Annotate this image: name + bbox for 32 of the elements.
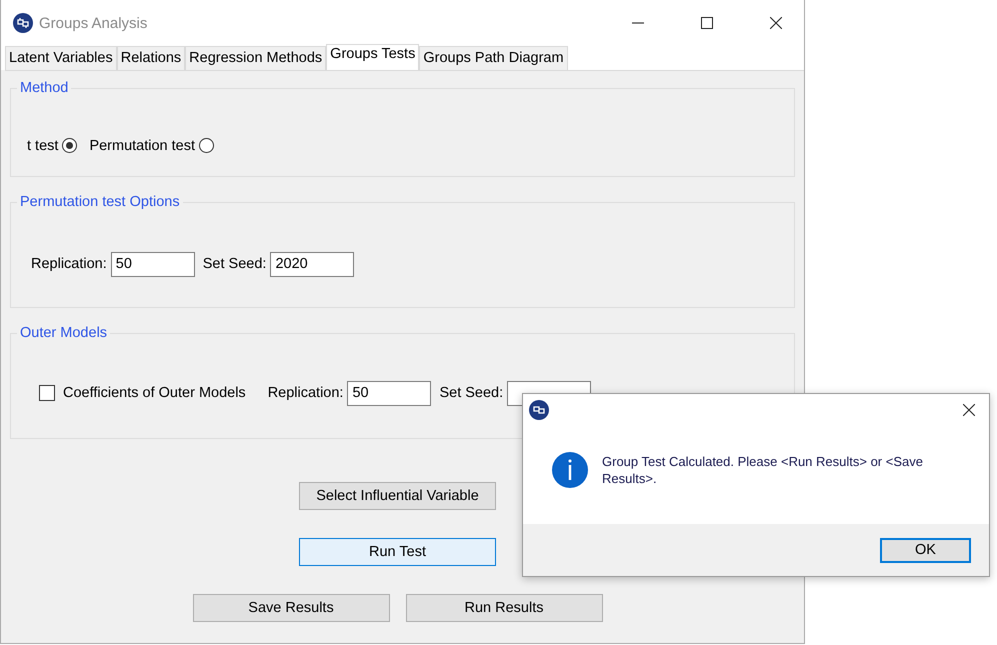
input-field[interactable]: 50 (347, 380, 432, 406)
field-label: Replication: (268, 385, 344, 401)
info-icon (552, 452, 588, 488)
button[interactable]: Save Results (192, 594, 390, 622)
checkbox[interactable] (39, 385, 55, 401)
radio-label: t test (27, 138, 58, 154)
field-label: Replication: (31, 256, 107, 272)
ok-button[interactable]: OK (880, 538, 971, 562)
maximize-icon[interactable] (701, 17, 713, 29)
window-title: Groups Analysis (39, 14, 148, 32)
field-label: Set Seed: (439, 385, 504, 401)
radio-button[interactable] (199, 138, 214, 153)
input-field[interactable]: 2020 (270, 252, 354, 276)
field-label: Set Seed: (202, 256, 266, 272)
input-field[interactable]: 50 (110, 252, 195, 276)
tab[interactable]: Groups Path Diagram (419, 46, 568, 70)
radio-label: Permutation test (89, 138, 196, 154)
close-icon[interactable] (770, 17, 782, 29)
tab[interactable]: Groups Tests (326, 44, 420, 70)
radio-button[interactable] (62, 138, 78, 153)
tab[interactable]: Regression Methods (185, 46, 326, 70)
group-title: Permutation test Options (17, 194, 183, 210)
button[interactable]: Run Results (406, 594, 602, 622)
tab[interactable]: Relations (116, 46, 186, 70)
tab[interactable]: Latent Variables (5, 46, 117, 70)
app-logo-icon (13, 13, 33, 33)
button[interactable]: Run Test (299, 538, 496, 566)
close-icon[interactable] (963, 404, 975, 416)
dialog-message: Group Test Calculated. Please <Run Results> or <Save Results>. (602, 453, 924, 487)
app-logo-icon (529, 400, 549, 420)
checkbox-label: Coefficients of Outer Models (63, 385, 246, 401)
button[interactable]: Select Influential Variable (299, 482, 496, 510)
